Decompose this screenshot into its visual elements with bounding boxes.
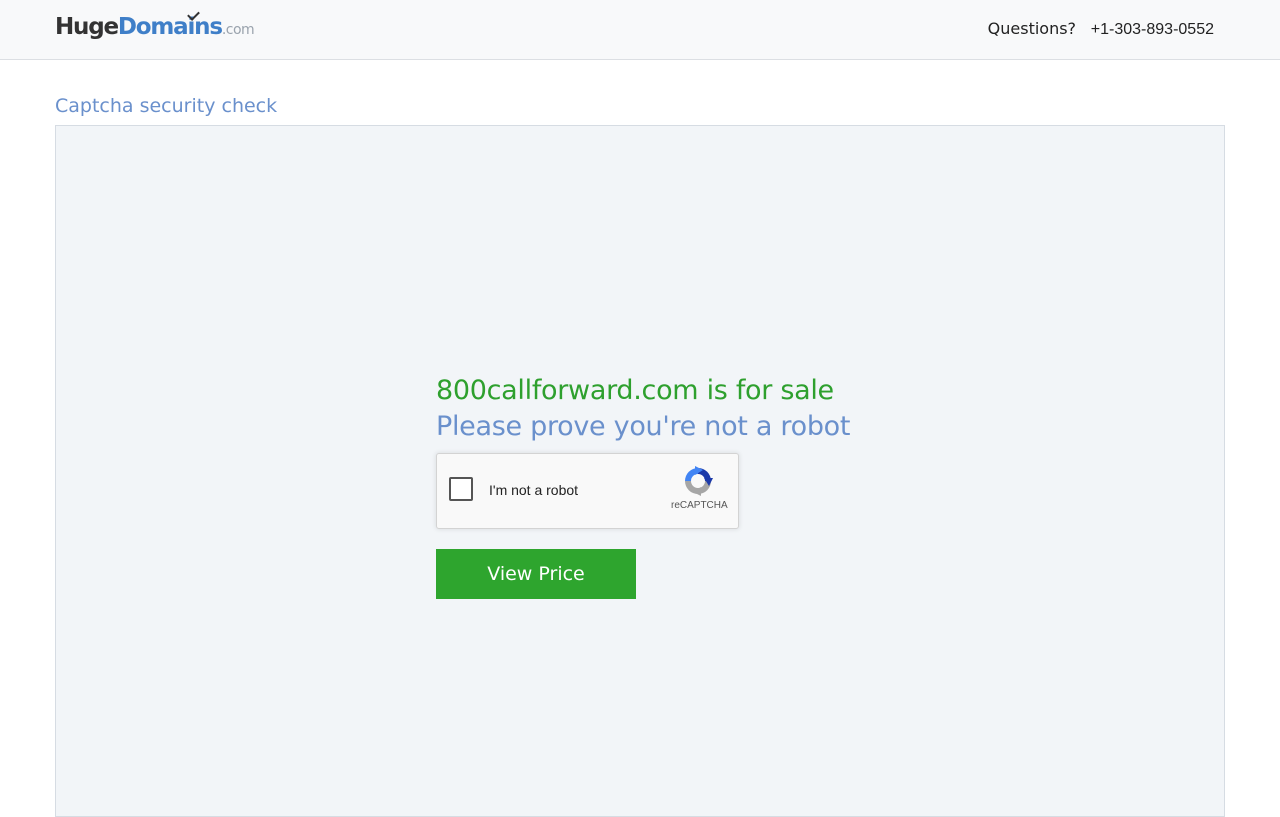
view-price-button[interactable]: View Price <box>436 549 636 599</box>
site-header: HugeDomains .com Questions? +1-303-893-05… <box>0 0 1280 60</box>
prove-not-robot-heading: Please prove you're not a robot <box>436 411 851 442</box>
logo-text-huge: Huge <box>55 14 119 40</box>
recaptcha-logo-icon <box>685 466 713 496</box>
logo-text-com: .com <box>221 22 255 38</box>
recaptcha-checkbox[interactable] <box>449 477 473 501</box>
recaptcha-widget: I'm not a robot reCAPTCHA <box>436 453 739 529</box>
domain-for-sale-heading: 800callforward.com is for sale <box>436 375 834 406</box>
captcha-panel: 800callforward.com is for sale Please pr… <box>55 125 1225 817</box>
logo-text-domains: Domains <box>118 8 223 40</box>
contact-info: Questions? +1-303-893-0552 <box>988 19 1214 39</box>
phone-link[interactable]: +1-303-893-0552 <box>1091 21 1214 38</box>
recaptcha-checkbox-label: I'm not a robot <box>489 482 579 498</box>
page-title: Captcha security check <box>55 95 278 117</box>
questions-label: Questions? <box>987 19 1077 38</box>
hugedomains-logo[interactable]: HugeDomains .com <box>55 8 255 44</box>
recaptcha-brand-label: reCAPTCHA <box>671 500 728 511</box>
